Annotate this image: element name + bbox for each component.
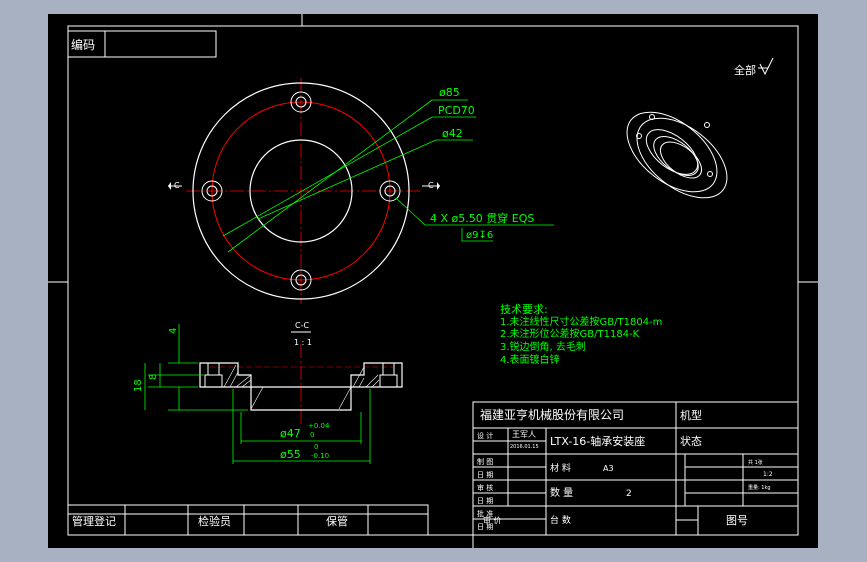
dim-outer: ø55 xyxy=(280,448,301,461)
notes-title: 技术要求: xyxy=(500,303,548,316)
dim-bore-tol-lower: 0 xyxy=(310,431,314,439)
dim-bore-tol-upper: +0.04 xyxy=(308,422,330,430)
check-label: 审 核 xyxy=(477,483,493,492)
note-1: 1.未注线性尺寸公差按GB/T1804-m xyxy=(500,315,662,328)
inspector-label: 检验员 xyxy=(198,514,231,528)
dim-pcd: PCD70 xyxy=(438,104,475,117)
part-name: LTX-16-轴承安装座 xyxy=(550,434,645,448)
section-dim-lines xyxy=(144,324,371,464)
isometric-view xyxy=(626,111,728,199)
draw-label: 制 图 xyxy=(477,457,493,466)
quantity-value: 2 xyxy=(626,489,632,499)
machine-label: 机型 xyxy=(680,408,702,422)
note-4: 4.表面镀白锌 xyxy=(500,353,560,366)
roughness-label: 全部 xyxy=(734,63,756,77)
section-letter-right: C xyxy=(428,181,434,190)
section-letter-left: C xyxy=(174,181,180,190)
dim-counterbore: ø9↧6 xyxy=(466,230,493,241)
dim-outer-dia: ø85 xyxy=(439,86,460,99)
design-label: 设 计 xyxy=(477,431,493,440)
note-2: 2.未注形位公差按GB/T1184-K xyxy=(500,327,640,340)
dim-holes: 4 X ø5.50 贯穿 EQS xyxy=(430,211,534,225)
dim-flange: 8 xyxy=(148,374,159,380)
custody-label: 保管 xyxy=(326,514,348,528)
quantity-label: 数 量 xyxy=(550,486,573,499)
register-block xyxy=(67,504,429,536)
section-title: C-C xyxy=(295,321,309,330)
technical-notes: 技术要求: 1.未注线性尺寸公差按GB/T1804-m 2.未注形位公差按GB/… xyxy=(500,303,662,366)
sets-label: 台 数 xyxy=(550,514,571,526)
dim-outer-tol-lower: -0.10 xyxy=(311,452,329,460)
material-value: A3 xyxy=(603,464,614,473)
code-label: 编码 xyxy=(71,37,95,52)
dim-height: 18 xyxy=(133,379,144,392)
drawing-frame xyxy=(67,25,799,536)
drawing-canvas: 编码 全部 C C ø85 PCD70 ø42 4 X ø5.50 贯穿 EQS… xyxy=(48,14,818,548)
draw-date-label: 日 期 xyxy=(477,471,493,479)
front-view: C C xyxy=(168,78,440,304)
sheet-label: 共 1张 xyxy=(748,459,763,466)
process-label: 审 价 xyxy=(483,515,502,525)
company-name: 福建亚亨机械股份有限公司 xyxy=(480,407,624,422)
section-scale: 1 : 1 xyxy=(294,338,312,347)
register-label: 管理登记 xyxy=(72,514,116,528)
drawing-no-label: 图号 xyxy=(726,514,748,527)
dim-thickness: 4 xyxy=(168,328,179,334)
design-date: 2016.01.15 xyxy=(510,444,539,450)
drawing-sheet: 编码 全部 C C ø85 PCD70 ø42 4 X ø5.50 贯穿 EQS… xyxy=(48,14,818,548)
dim-outer-tol-upper: 0 xyxy=(314,443,318,451)
roughness-symbol-icon xyxy=(759,57,774,76)
check-date-label: 日 期 xyxy=(477,497,493,505)
material-label: 材 料 xyxy=(550,462,571,474)
dim-inner-dia: ø42 xyxy=(442,127,463,140)
dim-bore: ø47 xyxy=(280,427,301,440)
scale-value: 1:2 xyxy=(763,471,773,478)
section-view xyxy=(199,344,403,426)
status-label: 状态 xyxy=(680,434,702,448)
weight-value: 重量: 1kg xyxy=(748,484,771,491)
designer-name: 王军人 xyxy=(512,430,536,439)
note-3: 3.锐边倒角, 去毛刺 xyxy=(500,340,586,353)
